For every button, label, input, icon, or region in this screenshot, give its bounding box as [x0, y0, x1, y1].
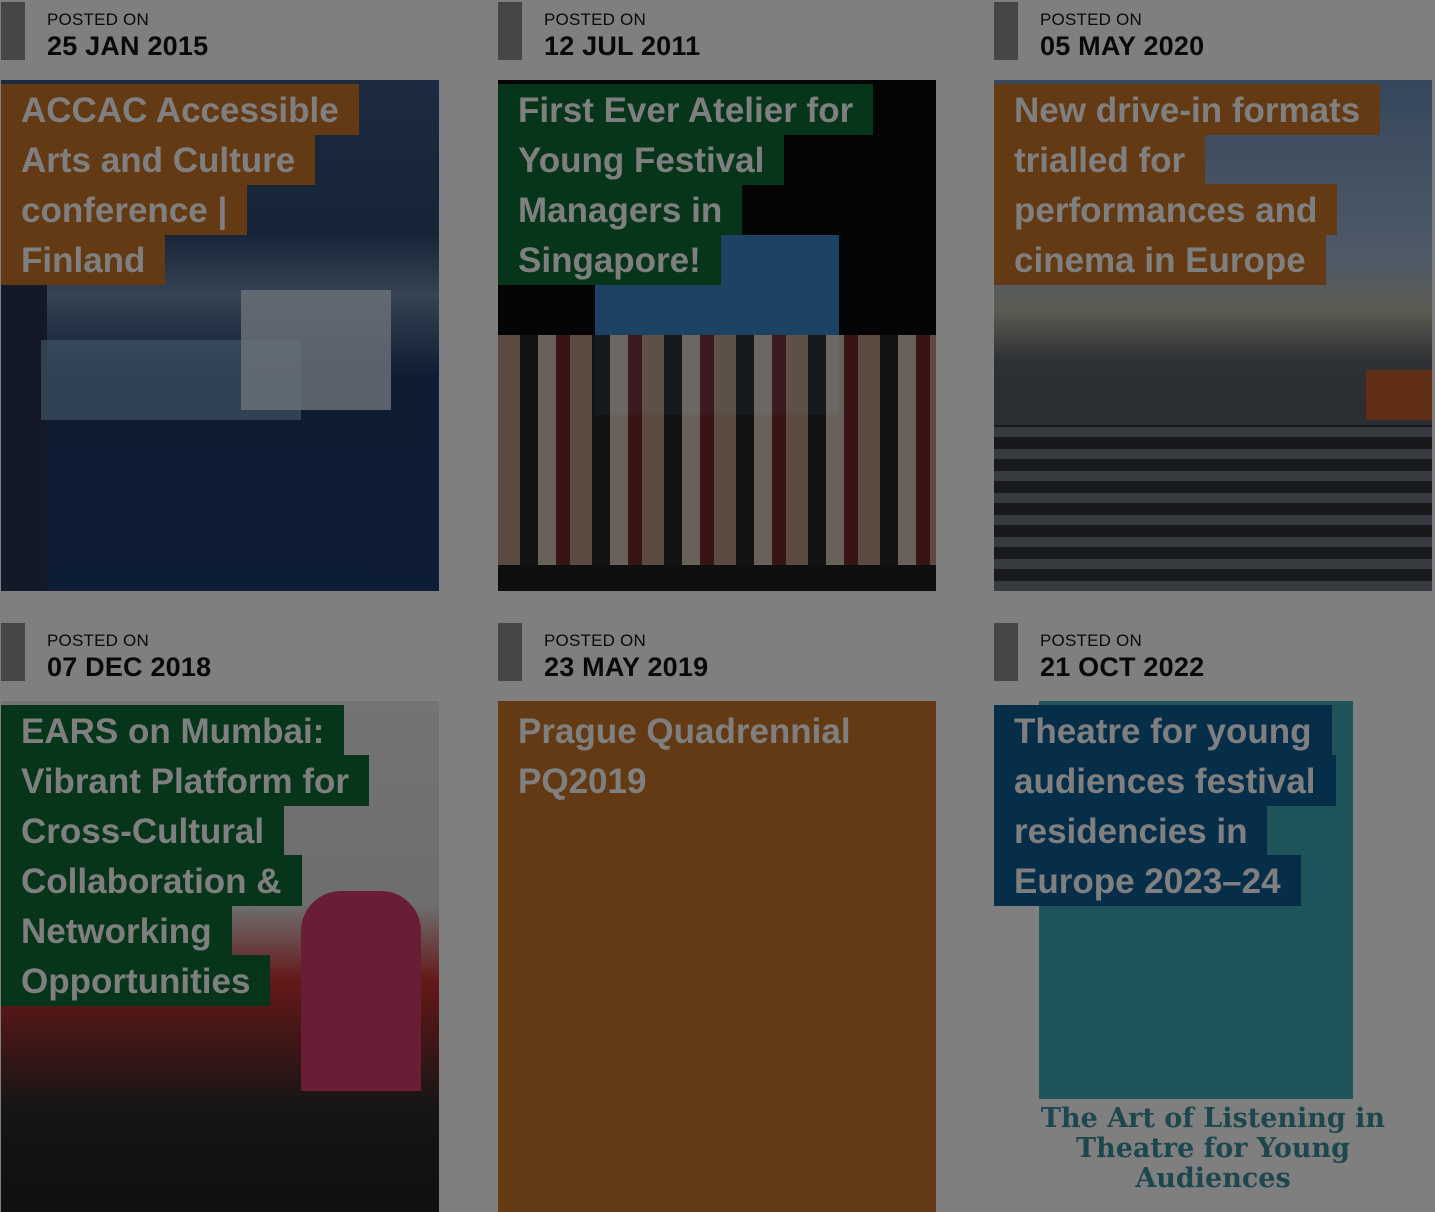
modal-backdrop-overlay[interactable]	[0, 0, 1435, 1212]
